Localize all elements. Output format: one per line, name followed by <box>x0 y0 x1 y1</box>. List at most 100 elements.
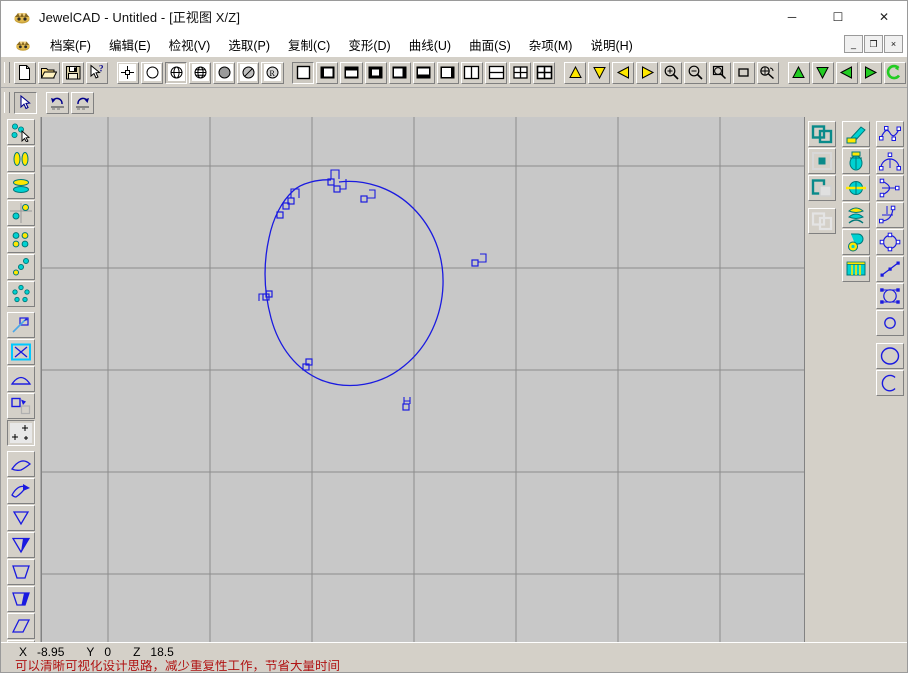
select-pair-button[interactable] <box>6 146 35 172</box>
curve-arc-nodes-button[interactable] <box>876 148 904 174</box>
menu-curve[interactable]: 曲线(U) <box>400 33 460 56</box>
viewport-two-horizontal-button[interactable] <box>485 61 508 84</box>
viewport-single-button[interactable] <box>292 61 315 84</box>
transform-dome-button[interactable] <box>6 366 35 392</box>
toolbar-grip-secondary[interactable] <box>4 92 10 113</box>
pan-up-button[interactable] <box>564 61 587 84</box>
rotate-left-button[interactable] <box>835 61 858 84</box>
curve-arc-button[interactable] <box>6 451 35 477</box>
curve-corner-button[interactable] <box>876 202 904 228</box>
shape-triangle-down-button[interactable] <box>6 505 35 531</box>
zoom-all-button[interactable] <box>756 61 779 84</box>
curve-bezier-button[interactable] <box>876 175 904 201</box>
layer-back-button[interactable] <box>808 175 836 201</box>
view-render-button[interactable]: R <box>261 61 284 84</box>
menu-copy[interactable]: 复制(C) <box>279 33 339 56</box>
jewel-spiral-button[interactable] <box>842 229 870 255</box>
shape-trapezoid-filled-button[interactable] <box>6 586 35 612</box>
viewport-center-button[interactable] <box>364 61 387 84</box>
curve-arc-open-icon <box>881 374 896 392</box>
undo-button[interactable] <box>46 91 69 114</box>
menu-help[interactable]: 说明(H) <box>581 33 641 56</box>
curve-arc-open-button[interactable] <box>876 370 904 396</box>
menu-view[interactable]: 检视(V) <box>160 33 220 56</box>
open-file-button[interactable] <box>37 61 61 84</box>
mdi-minimize-button[interactable]: _ <box>844 35 863 53</box>
zoom-fit-button[interactable] <box>732 61 755 84</box>
layer-single-button[interactable] <box>808 148 836 174</box>
minimize-button[interactable]: ─ <box>769 1 815 32</box>
jewel-twist-button[interactable] <box>842 202 870 228</box>
mdi-restore-button[interactable]: ❐ <box>864 35 883 53</box>
menu-surface[interactable]: 曲面(S) <box>460 33 520 56</box>
rotate-up-button[interactable] <box>787 61 810 84</box>
menu-deform[interactable]: 变形(D) <box>339 33 399 56</box>
snap-grid-button[interactable] <box>6 420 35 446</box>
layer-front-button[interactable] <box>808 121 836 147</box>
zoom-out-button[interactable] <box>684 61 707 84</box>
view-shaded-button[interactable] <box>213 61 236 84</box>
rotate-right-button[interactable] <box>859 61 882 84</box>
view-globe-button[interactable] <box>165 61 188 84</box>
curve-spline-button[interactable] <box>876 121 904 147</box>
select-quadrant-button[interactable] <box>6 200 35 226</box>
zoom-window-button[interactable] <box>708 61 731 84</box>
jewel-bezel-button[interactable] <box>842 175 870 201</box>
viewport-four-grid-button[interactable] <box>533 61 556 84</box>
canvas-drawing[interactable] <box>42 117 805 643</box>
menu-edit[interactable]: 编辑(E) <box>100 33 160 56</box>
view-noshadow-button[interactable] <box>237 61 260 84</box>
viewport-four-button[interactable] <box>509 61 532 84</box>
select-tool-button[interactable] <box>14 91 37 114</box>
select-chain-button[interactable] <box>6 254 35 280</box>
rotate-arc-button[interactable] <box>883 61 907 84</box>
curve-polygon-button[interactable] <box>876 283 904 309</box>
shape-parallelogram-button[interactable] <box>6 613 35 639</box>
jewel-ring-button[interactable] <box>842 148 870 174</box>
view-wireframe-button[interactable] <box>141 61 164 84</box>
pan-left-button[interactable] <box>612 61 635 84</box>
curve-closed-button[interactable] <box>876 229 904 255</box>
viewport-right-button[interactable] <box>388 61 411 84</box>
design-canvas[interactable] <box>41 117 805 643</box>
curve-circle-small-button[interactable] <box>876 310 904 336</box>
select-ring-button[interactable] <box>6 281 35 307</box>
jewel-bar-button[interactable] <box>842 121 870 147</box>
viewport-left-button[interactable] <box>316 61 339 84</box>
new-file-button[interactable] <box>13 61 36 84</box>
pan-down-button[interactable] <box>588 61 611 84</box>
shape-triangle-filled-button[interactable] <box>6 532 35 558</box>
curve-line-button[interactable] <box>876 256 904 282</box>
viewport-two-vertical-button[interactable] <box>460 61 484 84</box>
layer-all-button[interactable] <box>808 208 836 234</box>
zoom-in-button[interactable] <box>660 61 683 84</box>
curve-ellipse-button[interactable] <box>876 343 904 369</box>
menu-misc[interactable]: 杂项(M) <box>520 33 582 56</box>
close-button[interactable]: ✕ <box>861 1 907 32</box>
transform-move-button[interactable] <box>6 312 35 338</box>
viewport-top-button[interactable] <box>340 61 363 84</box>
jewel-band-button[interactable] <box>842 256 870 282</box>
rotate-down-button[interactable] <box>811 61 834 84</box>
transform-scale-button[interactable] <box>6 339 35 365</box>
view-mesh-button[interactable] <box>189 61 212 84</box>
menu-file[interactable]: 档案(F) <box>41 33 100 56</box>
mdi-close-button[interactable]: × <box>884 35 903 53</box>
pan-right-button[interactable] <box>636 61 659 84</box>
curve-arrow-button[interactable] <box>6 478 35 504</box>
maximize-button[interactable]: ☐ <box>815 1 861 32</box>
select-surface-button[interactable] <box>6 173 35 199</box>
toolbar-grip[interactable] <box>4 62 10 83</box>
select-object-button[interactable] <box>6 119 35 145</box>
redo-button[interactable] <box>71 91 94 114</box>
shape-trapezoid-button[interactable] <box>6 559 35 585</box>
viewport-bottom-button[interactable] <box>412 61 435 84</box>
menu-select[interactable]: 选取(P) <box>219 33 279 56</box>
viewport-corner-button[interactable] <box>436 61 459 84</box>
save-file-button[interactable] <box>62 61 85 84</box>
view-points-button[interactable] <box>116 61 139 84</box>
viewport-two-vertical-icon <box>464 65 480 80</box>
select-group-button[interactable] <box>6 227 35 253</box>
context-help-button[interactable]: ? <box>86 61 109 84</box>
transform-mirror-button[interactable] <box>6 393 35 419</box>
